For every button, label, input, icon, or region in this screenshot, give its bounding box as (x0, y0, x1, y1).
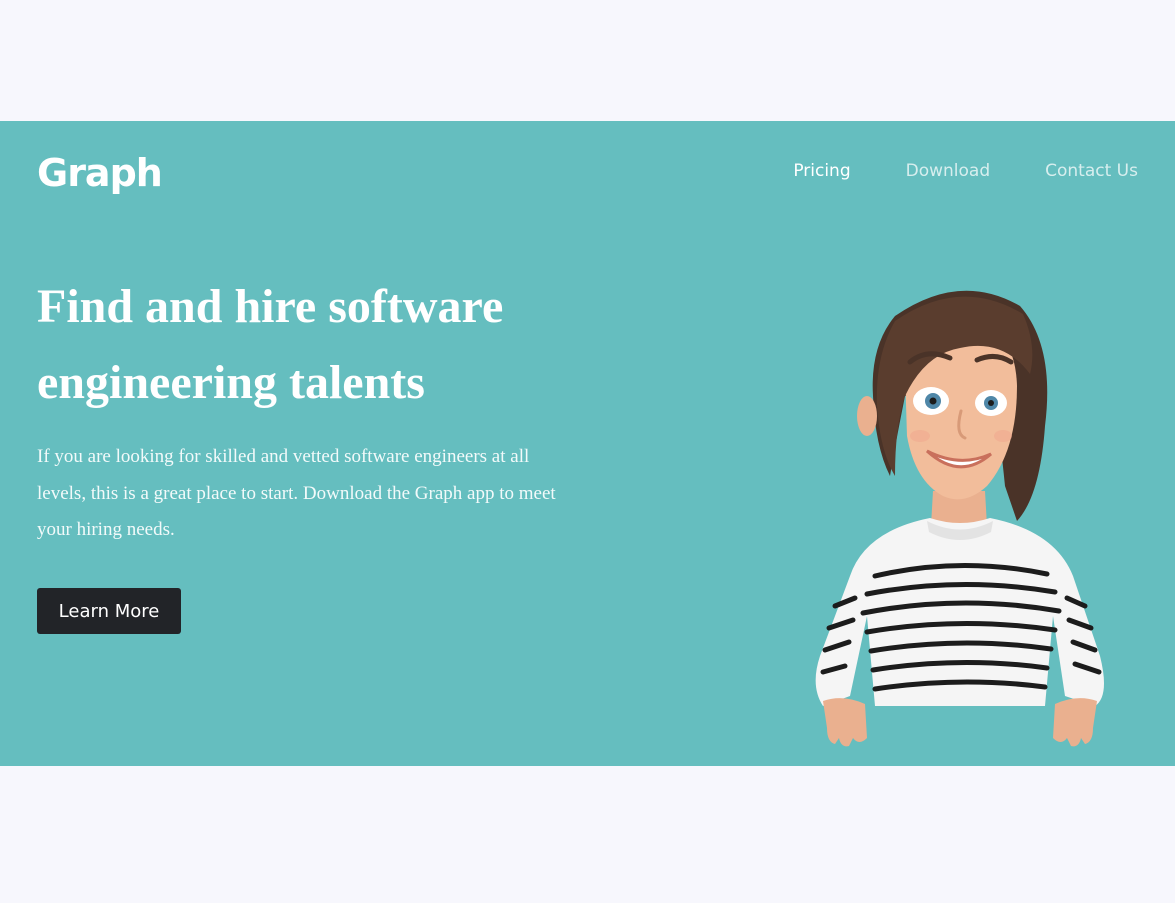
hero-headline: Find and hire software engineering talen… (37, 280, 504, 409)
pupil-left (929, 397, 937, 405)
cheek-left (910, 430, 930, 442)
main-nav: Pricing Download Contact Us (793, 161, 1138, 181)
cheek-right (994, 430, 1012, 442)
nav-link-download[interactable]: Download (906, 161, 991, 181)
cartoon-woman-illustration (815, 290, 1104, 756)
hero-section: Graph Pricing Download Contact Us Find a… (0, 121, 1175, 766)
learn-more-button[interactable]: Learn More (37, 588, 181, 634)
logo[interactable]: Graph (37, 151, 163, 195)
ear (857, 396, 877, 436)
hero-description: If you are looking for skilled and vette… (37, 446, 556, 540)
pupil-right (988, 400, 994, 406)
nav-link-contact-us[interactable]: Contact Us (1045, 161, 1138, 181)
nav-link-pricing[interactable]: Pricing (793, 161, 850, 181)
desk-edge (860, 706, 1060, 756)
